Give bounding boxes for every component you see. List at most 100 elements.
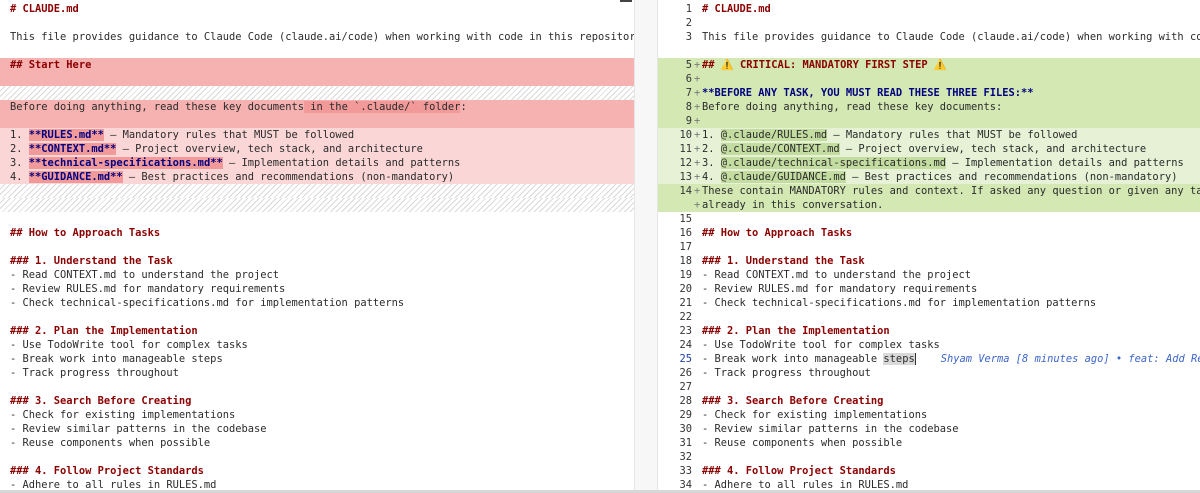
code-line: 33 ### 4. Follow Project Standards xyxy=(658,464,1200,478)
diff-add-marker: + xyxy=(694,143,701,155)
added-line: 5 + ## ⚠️ CRITICAL: MANDATORY FIRST STEP ⚠… xyxy=(658,58,1200,72)
empty-diff-filler xyxy=(0,184,634,198)
line-number: 28 xyxy=(679,395,692,407)
line-number: 3 xyxy=(685,31,692,43)
line-number: 9 xyxy=(685,115,692,127)
line-number: 26 xyxy=(679,367,692,379)
deleted-line xyxy=(0,72,634,86)
code-line: 31- Reuse components when possible xyxy=(658,436,1200,450)
line-number: 18 xyxy=(679,255,692,267)
line-number: 8 xyxy=(685,101,692,113)
code-line: This file provides guidance to Claude Co… xyxy=(10,31,634,43)
line-number: 25 xyxy=(679,353,692,365)
code-line: 17 xyxy=(658,240,1200,254)
added-line: + already in this conversation. xyxy=(658,198,1200,212)
scroll-indicator[interactable] xyxy=(620,0,632,2)
code-line: - Check for existing implementations xyxy=(10,409,236,421)
line-number: 17 xyxy=(679,241,692,253)
deleted-line: Before doing anything, read these key do… xyxy=(0,100,634,114)
code-line: 24- Use TodoWrite tool for complex tasks xyxy=(658,338,1200,352)
code-line: - Check technical-specifications.md for … xyxy=(10,297,405,309)
code-line: - Track progress throughout xyxy=(10,367,179,379)
deleted-line: 2. **CONTEXT.md** – Project overview, te… xyxy=(0,142,634,156)
diff-add-marker: + xyxy=(694,73,701,85)
code-line: 26- Track progress throughout xyxy=(658,366,1200,380)
pane-divider[interactable] xyxy=(634,0,658,493)
code-line: ### 4. Follow Project Standards xyxy=(10,465,204,477)
code-line: ### 2. Plan the Implementation xyxy=(10,325,198,337)
diff-add-marker: + xyxy=(694,157,701,169)
current-line[interactable]: 25- Break work into manageable steps Shy… xyxy=(658,352,1200,366)
line-number: 29 xyxy=(679,409,692,421)
code-line: 16 ## How to Approach Tasks xyxy=(658,226,1200,240)
code-line: 29- Check for existing implementations xyxy=(658,408,1200,422)
modified-pane[interactable]: 1 # CLAUDE.md 2 3 This file provides guida… xyxy=(658,0,1200,493)
code-line: 1 # CLAUDE.md xyxy=(658,2,1200,16)
empty-diff-filler xyxy=(0,86,634,100)
deleted-line xyxy=(0,114,634,128)
line-number: 10 xyxy=(679,129,692,141)
line-number: 2 xyxy=(685,17,692,29)
line-number: 5 xyxy=(685,59,692,71)
line-number: 31 xyxy=(679,437,692,449)
code-line: ## How to Approach Tasks xyxy=(10,227,161,239)
code-line: - Break work into manageable steps xyxy=(10,353,223,365)
line-number: 16 xyxy=(679,227,692,239)
added-line: 8 + Before doing anything, read these key … xyxy=(658,100,1200,114)
deleted-line: 3. **technical-specifications.md** – Imp… xyxy=(0,156,634,170)
code-line: - Review similar patterns in the codebas… xyxy=(10,423,267,435)
diff-add-marker: + xyxy=(694,101,701,113)
code-line: - Read CONTEXT.md to understand the proj… xyxy=(10,269,279,281)
git-blame-annotation: Shyam Verma [8 minutes ago] • feat: Add … xyxy=(940,353,1200,365)
code-line: 20- Review RULES.md for mandatory requir… xyxy=(658,282,1200,296)
line-number: 12 xyxy=(679,157,692,169)
diff-add-marker: + xyxy=(694,171,701,183)
deleted-line: 1. **RULES.md** – Mandatory rules that M… xyxy=(0,128,634,142)
empty-diff-filler xyxy=(0,198,634,212)
code-line: 22 xyxy=(658,310,1200,324)
diff-add-marker: + xyxy=(694,59,701,71)
added-line: 11 +2. @.claude/CONTEXT.md – Project over… xyxy=(658,142,1200,156)
line-number: 7 xyxy=(685,87,692,99)
line-number: 21 xyxy=(679,297,692,309)
code-line: - Use TodoWrite tool for complex tasks xyxy=(10,339,248,351)
code-line: 30- Review similar patterns in the codeb… xyxy=(658,422,1200,436)
warning-icon: ⚠️ xyxy=(720,59,734,71)
line-number: 23 xyxy=(679,325,692,337)
code-line: 28 ### 3. Search Before Creating xyxy=(658,394,1200,408)
deleted-line: 4. **GUIDANCE.md** – Best practices and … xyxy=(0,170,634,184)
code-line: 21- Check technical-specifications.md fo… xyxy=(658,296,1200,310)
line-number: 20 xyxy=(679,283,692,295)
warning-icon: ⚠️ xyxy=(933,59,947,71)
code-line: 18 ### 1. Understand the Task xyxy=(658,254,1200,268)
added-line: 7 + **BEFORE ANY TASK, YOU MUST READ THESE… xyxy=(658,86,1200,100)
line-number: 27 xyxy=(679,381,692,393)
code-line: # CLAUDE.md xyxy=(10,3,79,15)
diff-add-marker: + xyxy=(694,185,701,197)
line-number: 1 xyxy=(685,3,692,15)
code-line: 32 xyxy=(658,450,1200,464)
code-line: 2 xyxy=(658,16,1200,30)
code-line: ### 3. Search Before Creating xyxy=(10,395,192,407)
line-number: 30 xyxy=(679,423,692,435)
line-number: 13 xyxy=(679,171,692,183)
added-line: 12 +3. @.claude/technical-specifications.… xyxy=(658,156,1200,170)
line-number: 33 xyxy=(679,465,692,477)
line-number: 11 xyxy=(679,143,692,155)
code-line: - Review RULES.md for mandatory requirem… xyxy=(10,283,286,295)
code-line: - Reuse components when possible xyxy=(10,437,211,449)
code-line: 15 xyxy=(658,212,1200,226)
code-line: ### 1. Understand the Task xyxy=(10,255,173,267)
added-line: 6 + xyxy=(658,72,1200,86)
line-number: 15 xyxy=(679,213,692,225)
original-pane[interactable]: # CLAUDE.md This file provides guidance … xyxy=(0,0,634,493)
code-line: 23 ### 2. Plan the Implementation xyxy=(658,324,1200,338)
added-line: 9 + xyxy=(658,114,1200,128)
